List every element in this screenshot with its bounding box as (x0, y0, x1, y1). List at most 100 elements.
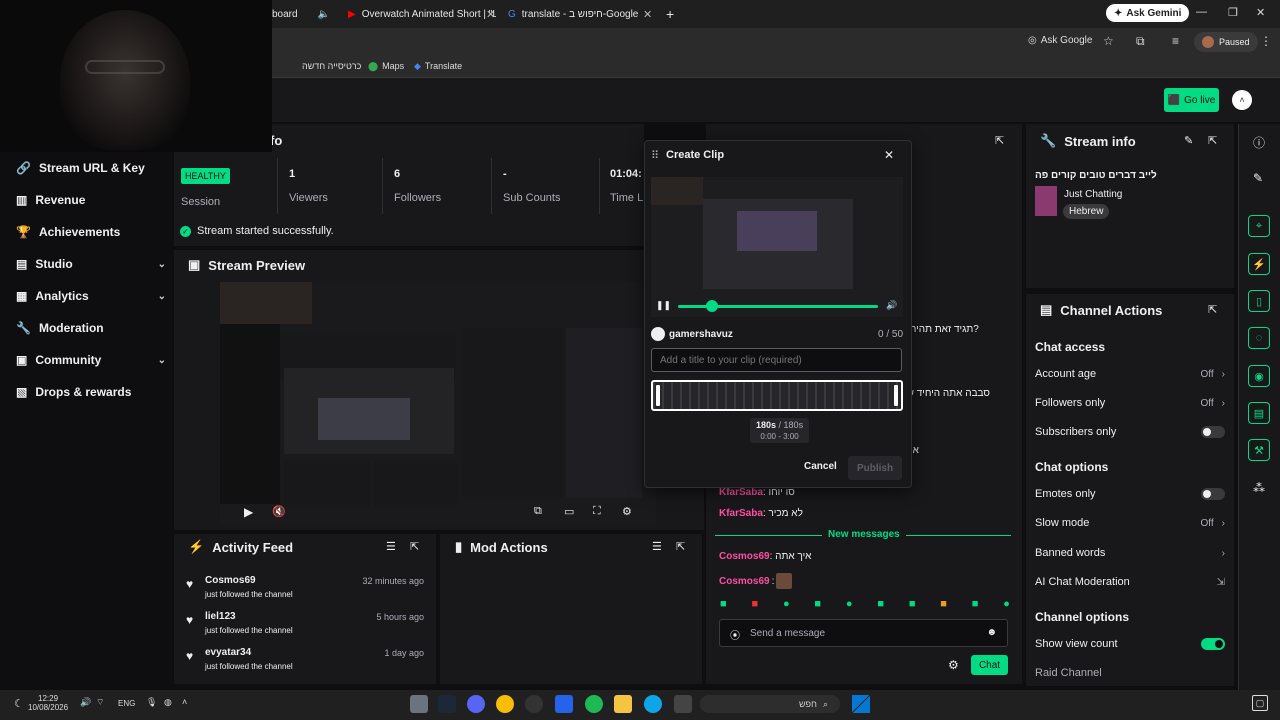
emote-icon[interactable]: ■ (751, 598, 758, 612)
chat-user[interactable]: KfarSaba (719, 487, 763, 498)
clip-preview-video[interactable] (651, 177, 903, 317)
spotify-icon[interactable] (585, 695, 603, 713)
account-age-row[interactable]: Account age Off › (1035, 365, 1225, 383)
popout-icon[interactable]: ⇱ (1208, 303, 1217, 316)
play-icon[interactable]: ▶ (244, 505, 253, 519)
chrome-icon[interactable] (496, 695, 514, 713)
record-icon[interactable]: ◍ (164, 697, 172, 708)
clock[interactable]: 12:29 10/08/2026 (28, 694, 68, 712)
ai-moderation-row[interactable]: AI Chat Moderation ⇲ (1035, 573, 1225, 591)
popout-icon[interactable]: ⇱ (1208, 134, 1217, 147)
clip-title-input[interactable] (651, 348, 902, 372)
subscribers-only-toggle[interactable] (1201, 426, 1225, 438)
rail-button[interactable]: ▯ (1248, 290, 1270, 312)
tab-dashboard[interactable]: board🔈✕ (272, 4, 332, 24)
timeline-start-handle[interactable] (656, 385, 660, 406)
mute-icon[interactable]: 🔇 (272, 505, 286, 518)
chevron-up-icon[interactable]: ˄ (182, 697, 187, 707)
close-icon[interactable]: ✕ (643, 4, 652, 24)
tab-translate[interactable]: Gtranslate - חיפוש ב-Google (508, 4, 648, 24)
emote-icon[interactable]: ■ (814, 598, 821, 612)
close-icon[interactable]: ✕ (884, 148, 894, 162)
store-icon[interactable] (555, 695, 573, 713)
user-avatar[interactable]: ˄ (1232, 90, 1252, 110)
steam-icon[interactable] (438, 695, 456, 713)
sidebar-item-moderation[interactable]: 🔧 Moderation (16, 317, 166, 339)
star-icon[interactable]: ☆ (1103, 34, 1114, 48)
extensions-icon[interactable]: ⧉ (1136, 34, 1145, 49)
emote-icon[interactable]: ■ (972, 598, 979, 612)
chat-badge-icon[interactable]: ⦿ (730, 627, 740, 642)
window-close-icon[interactable]: ✕ (1256, 6, 1265, 19)
chat-user[interactable]: KfarSaba (719, 508, 763, 519)
chat-settings-icon[interactable]: ⚙ (948, 658, 959, 672)
raid-channel-row[interactable]: Raid Channel (1035, 664, 1225, 682)
sidebar-item-achievements[interactable]: 🏆 Achievements (16, 221, 166, 243)
sidebar-item-drops[interactable]: ▧ Drops & rewards (16, 381, 166, 403)
emote-icon[interactable]: ■ (909, 598, 916, 612)
pencil-icon[interactable]: ✎ (1253, 171, 1263, 185)
chat-user[interactable]: Cosmos69 (719, 551, 770, 562)
language-indicator[interactable]: ENG (118, 699, 135, 708)
rail-button[interactable]: ⚒ (1248, 439, 1270, 461)
mic-icon[interactable]: 🎙 (146, 697, 157, 708)
pause-icon[interactable]: ❚❚ (656, 300, 671, 311)
rail-button[interactable]: ⚡ (1248, 253, 1270, 275)
followers-only-row[interactable]: Followers only Off › (1035, 394, 1225, 412)
popout-icon[interactable]: ⇱ (676, 540, 685, 553)
category-name[interactable]: Just Chatting (1064, 189, 1122, 200)
popout-icon[interactable]: ⇱ (995, 134, 1004, 147)
clip-timeline[interactable] (651, 380, 903, 411)
profile-paused-button[interactable]: Paused (1194, 32, 1258, 52)
stream-preview-video[interactable] (220, 282, 656, 526)
ask-google-button[interactable]: ◎ Ask Google (1028, 35, 1092, 46)
emote-icon[interactable]: ■ (877, 598, 884, 612)
go-live-button[interactable]: ⬛ Go live (1164, 88, 1219, 112)
clip-icon[interactable]: ▭ (564, 505, 574, 518)
emote-icon[interactable]: ● (846, 598, 853, 612)
filter-icon[interactable]: ☰ (652, 540, 662, 553)
media-icon[interactable]: ≡ (1172, 34, 1179, 48)
moon-icon[interactable]: ☾ (14, 697, 24, 710)
edge-icon[interactable] (644, 695, 662, 713)
scrubber-knob[interactable] (706, 300, 718, 312)
sidebar-item-revenue[interactable]: ▥ Revenue (16, 189, 166, 211)
app-icon[interactable] (525, 695, 543, 713)
volume-icon[interactable]: 🔊 (886, 300, 897, 311)
emoji-icon[interactable]: ☻ (986, 627, 997, 638)
wifi-icon[interactable]: ⌔ (96, 697, 104, 708)
sidebar-item-community[interactable]: ▣ Community ⌄ (16, 349, 166, 371)
pip-icon[interactable]: ⧉ (534, 505, 542, 518)
emote-icon[interactable]: ● (783, 598, 790, 612)
bookmark-translate[interactable]: ◆ Translate (414, 61, 462, 72)
tag-chip[interactable]: Hebrew (1063, 204, 1110, 219)
chat-send-button[interactable]: Chat (971, 655, 1008, 675)
filter-icon[interactable]: ☰ (386, 540, 396, 553)
rail-button[interactable]: ⌖ (1248, 215, 1270, 237)
terminal-icon[interactable] (674, 695, 692, 713)
chat-input[interactable]: ⦿ Send a message ☻ (719, 619, 1008, 647)
rail-button[interactable]: ▤ (1248, 402, 1270, 424)
sidebar-item-studio[interactable]: ▤ Studio ⌄ (16, 253, 166, 275)
settings-icon[interactable]: ⚙ (622, 505, 632, 518)
info-icon[interactable]: ⓘ (1253, 134, 1265, 151)
folder-icon[interactable] (614, 695, 632, 713)
timeline-end-handle[interactable] (894, 385, 898, 406)
minimize-icon[interactable]: — (1196, 6, 1207, 18)
clip-publish-button[interactable]: Publish (848, 456, 902, 480)
restore-icon[interactable]: ❐ (1228, 6, 1238, 19)
rail-button[interactable]: ◉ (1248, 365, 1270, 387)
chat-user[interactable]: Cosmos69 (719, 576, 770, 587)
emote-icon[interactable]: ● (1003, 598, 1010, 612)
clip-cancel-button[interactable]: Cancel (804, 461, 837, 472)
menu-icon[interactable]: ⋮ (1260, 34, 1272, 48)
speaker-icon[interactable]: 🔊 (80, 697, 91, 708)
notification-icon[interactable]: ▢ (1252, 695, 1268, 711)
bookmark-new-tab[interactable]: כרטיסייה חדשה (302, 61, 361, 71)
taskbar-search[interactable]: חפש ⌕ (700, 695, 840, 713)
extensions-icon[interactable]: ⁂ (1253, 481, 1265, 495)
edit-icon[interactable]: ✎ (1184, 134, 1193, 147)
fullscreen-icon[interactable]: ⛶ (593, 505, 601, 518)
sidebar-item-analytics[interactable]: ▦ Analytics ⌄ (16, 285, 166, 307)
drag-handle-icon[interactable]: ⠿ (651, 149, 659, 162)
